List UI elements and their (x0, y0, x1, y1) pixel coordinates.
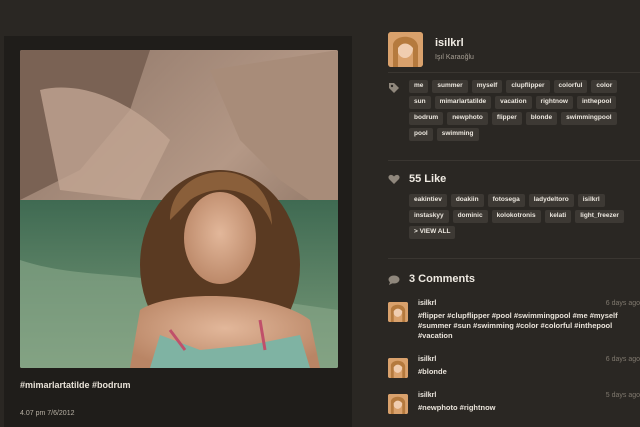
comment-time: 5 days ago (605, 392, 640, 399)
liker-chip[interactable]: fotosega (487, 194, 525, 207)
tag-chip[interactable]: clupflipper (506, 80, 550, 93)
profile-username[interactable]: isilkrl (435, 37, 464, 49)
tag-chip[interactable]: color (591, 80, 618, 93)
comment-username[interactable]: isilkrl (418, 300, 436, 307)
comment-avatar[interactable] (388, 394, 408, 414)
tag-chip[interactable]: rightnow (535, 96, 573, 109)
speech-bubble-icon (388, 275, 400, 289)
profile-header: isilkrl Işıl Karaoğlu (388, 32, 640, 68)
photo-timestamp: 4.07 pm 7/6/2012 (20, 410, 75, 417)
tag-chip[interactable]: bodrum (409, 112, 444, 125)
tag-chip[interactable]: summer (432, 80, 468, 93)
liker-chip[interactable]: kolokotronis (491, 210, 541, 223)
liker-chip[interactable]: instaskyy (409, 210, 449, 223)
comments-count: 3 Comments (409, 273, 476, 285)
tag-chip[interactable]: pool (409, 128, 433, 141)
view-all-likes-button[interactable]: > VIEW ALL (409, 226, 456, 239)
profile-full-name: Işıl Karaoğlu (435, 54, 474, 61)
divider (388, 72, 640, 73)
tag-chip[interactable]: flipper (491, 112, 522, 125)
liker-chip[interactable]: dominic (452, 210, 488, 223)
liker-chip[interactable]: eakintiev (409, 194, 447, 207)
comment-time: 6 days ago (605, 300, 640, 307)
photo-panel: #mimarlartatilde #bodrum 4.07 pm 7/6/201… (4, 36, 352, 427)
comment-text: #blonde (418, 367, 447, 376)
comment-time: 6 days ago (605, 356, 640, 363)
tag-chip[interactable]: inthepool (577, 96, 617, 109)
photo-details-sidebar: isilkrl Işıl Karaoğlu me summer myself clup… (388, 0, 640, 427)
tag-chip[interactable]: myself (471, 80, 503, 93)
tag-chip[interactable]: sun (409, 96, 431, 109)
likes-count: 55 Like (409, 173, 447, 185)
tag-chip[interactable]: blonde (525, 112, 558, 125)
tag-chip[interactable]: swimming (436, 128, 479, 141)
comment-avatar[interactable] (388, 358, 408, 378)
tag-chip[interactable]: colorful (553, 80, 588, 93)
main-photo[interactable] (20, 50, 338, 368)
tag-list: me summer myself clupflipper colorful color su… (409, 80, 640, 141)
comment-avatar[interactable] (388, 302, 408, 322)
liker-chip[interactable]: ladydeltoro (528, 194, 574, 207)
tag-chip[interactable]: swimmingpool (561, 112, 617, 125)
comment-username[interactable]: isilkrl (418, 392, 436, 399)
divider (388, 160, 640, 161)
liker-chip[interactable]: kelati (544, 210, 572, 223)
tag-chip[interactable]: newphoto (447, 112, 488, 125)
heart-icon (388, 174, 400, 188)
user-avatar[interactable] (388, 32, 423, 67)
liker-chip[interactable]: light_freezer (575, 210, 624, 223)
photo-caption: #mimarlartatilde #bodrum (20, 380, 131, 390)
tag-chip[interactable]: mimarlartatilde (434, 96, 492, 109)
comment-text: #flipper #clupflipper #pool #swimmingpoo… (418, 311, 618, 340)
comment-text: #newphoto #rightnow (418, 403, 496, 412)
likers-list: eakintiev doakiin fotosega ladydeltoro isilk… (409, 194, 640, 239)
tag-chip[interactable]: me (409, 80, 429, 93)
divider (388, 258, 640, 259)
liker-chip[interactable]: doakiin (450, 194, 484, 207)
tag-icon (388, 82, 400, 97)
tag-chip[interactable]: vacation (495, 96, 532, 109)
comment-username[interactable]: isilkrl (418, 356, 436, 363)
liker-chip[interactable]: isilkrl (577, 194, 605, 207)
